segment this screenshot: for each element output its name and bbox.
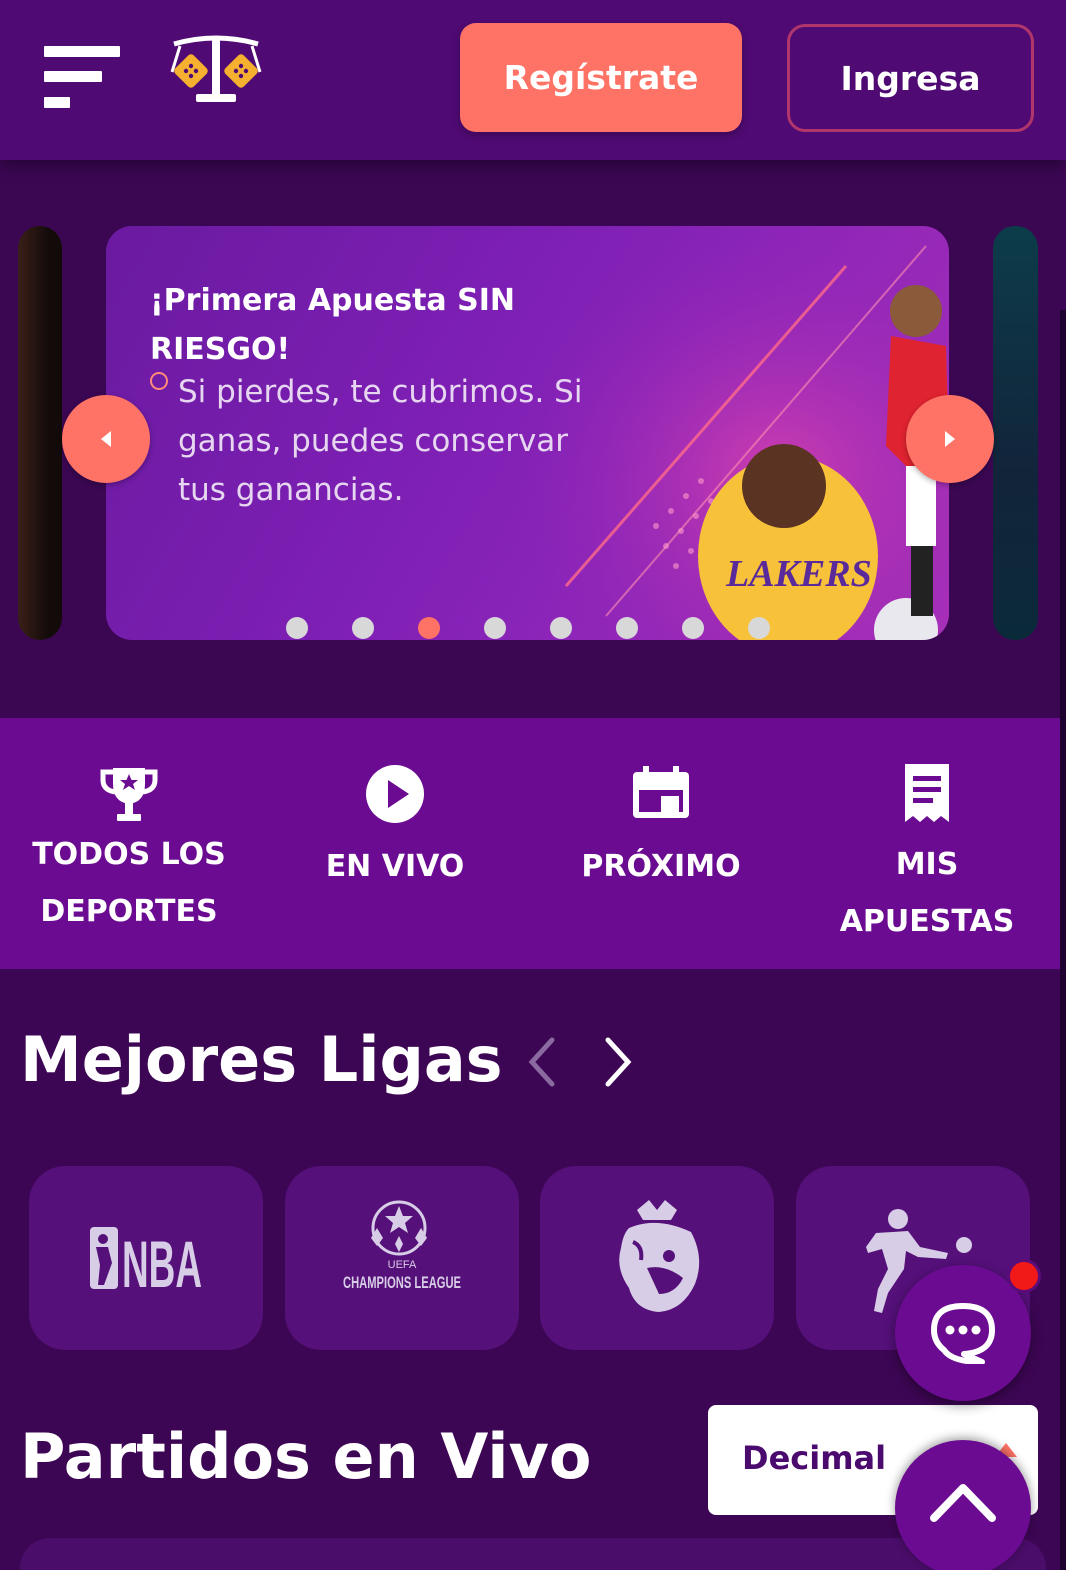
- play-icon: [366, 765, 424, 823]
- nav-my-bets[interactable]: MIS APUESTAS: [798, 718, 1056, 969]
- nav-my-bets-label: MIS APUESTAS: [839, 847, 1015, 939]
- calendar-icon: [633, 766, 689, 818]
- league-card-premier[interactable]: [540, 1166, 774, 1350]
- carousel-next-button[interactable]: [906, 395, 994, 483]
- svg-text:LAKERS: LAKERS: [725, 553, 872, 595]
- scroll-to-top-button[interactable]: [895, 1440, 1031, 1570]
- nav-upcoming-label: PRÓXIMO: [581, 849, 741, 884]
- carousel-dot[interactable]: [484, 617, 506, 639]
- odds-format-value: Decimal: [742, 1439, 887, 1477]
- carousel-dot[interactable]: [748, 617, 770, 639]
- live-matches-heading: Partidos en Vivo: [20, 1420, 592, 1493]
- receipt-icon: [905, 764, 949, 822]
- leagues-next-chevron-icon[interactable]: [598, 1034, 638, 1090]
- carousel-dot[interactable]: [616, 617, 638, 639]
- live-match-card[interactable]: [20, 1538, 1046, 1570]
- premier-league-logo: [619, 1200, 700, 1312]
- promo-slide[interactable]: LAKERS ¡Primera Apuesta SIN RIESGO! Si p…: [106, 226, 949, 640]
- nav-live[interactable]: EN VIVO: [266, 718, 524, 969]
- caret-left-icon: [101, 431, 111, 447]
- champions-league-text: CHAMPIONS LEAGUE: [343, 1273, 461, 1292]
- top-leagues-heading: Mejores Ligas: [20, 1023, 503, 1096]
- trophy-icon: [100, 768, 158, 821]
- nav-live-label: EN VIVO: [325, 849, 465, 884]
- nav-all-sports[interactable]: TODOS LOS DEPORTES: [0, 718, 258, 969]
- leagues-prev-chevron-icon[interactable]: [522, 1034, 562, 1090]
- nba-logo: NBA: [90, 1227, 202, 1293]
- promo-title: ¡Primera Apuesta SIN RIESGO!: [150, 283, 515, 367]
- nav-upcoming[interactable]: PRÓXIMO: [532, 718, 790, 969]
- carousel-prev-button[interactable]: [62, 395, 150, 483]
- carousel-dot[interactable]: [550, 617, 572, 639]
- carousel-dot[interactable]: [352, 617, 374, 639]
- caret-right-icon: [945, 431, 955, 447]
- carousel-dot[interactable]: [682, 617, 704, 639]
- menu-icon[interactable]: [44, 44, 124, 110]
- carousel-dot-active[interactable]: [418, 617, 440, 639]
- carousel-dot[interactable]: [286, 617, 308, 639]
- login-button[interactable]: Ingresa: [787, 24, 1034, 132]
- chevron-up-icon: [930, 1484, 996, 1522]
- league-card-champions[interactable]: UEFA CHAMPIONS LEAGUE: [285, 1166, 519, 1350]
- next-slide-peek[interactable]: [993, 226, 1038, 640]
- uefa-text: UEFA: [388, 1259, 417, 1271]
- bullet-icon: [150, 372, 168, 390]
- league-card-nba[interactable]: NBA: [29, 1166, 263, 1350]
- prev-slide-peek[interactable]: [18, 226, 62, 640]
- notification-badge: [1007, 1259, 1041, 1293]
- chat-bubble-icon: [931, 1303, 995, 1364]
- brand-logo[interactable]: [168, 34, 264, 110]
- top-header: Regístrate Ingresa: [0, 0, 1066, 160]
- nba-logo-text: NBA: [122, 1227, 202, 1293]
- nav-all-sports-label: TODOS LOS DEPORTES: [32, 837, 226, 929]
- promo-description: Si pierdes, te cubrimos. Si ganas, puede…: [178, 374, 583, 508]
- champions-league-logo: UEFA CHAMPIONS LEAGUE: [343, 1200, 461, 1292]
- carousel-dots: [286, 617, 770, 639]
- quick-nav: TODOS LOS DEPORTES EN VIVO PRÓXIMO MIS A…: [0, 718, 1066, 969]
- scrollbar[interactable]: [1060, 310, 1066, 1570]
- register-button[interactable]: Regístrate: [460, 23, 742, 132]
